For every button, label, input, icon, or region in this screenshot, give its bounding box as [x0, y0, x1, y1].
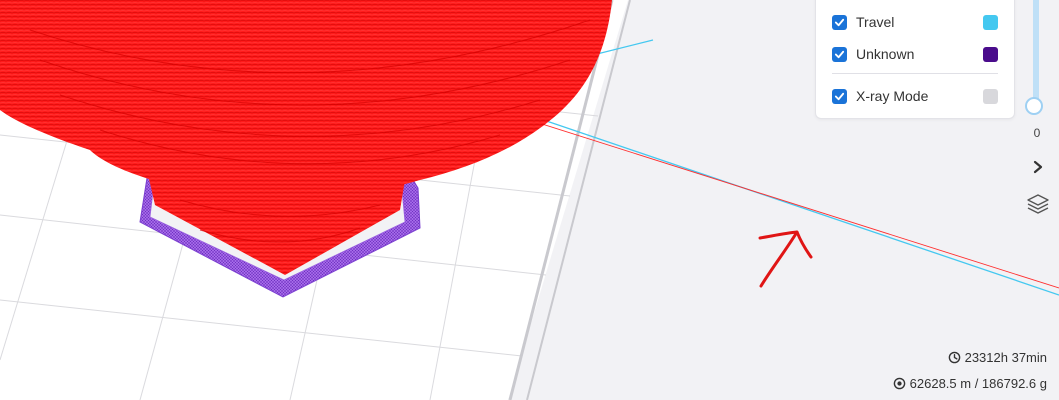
travel-line-red — [519, 116, 1059, 289]
color-swatch-xray — [983, 88, 998, 104]
legend-label-travel: Travel — [856, 14, 895, 30]
travel-checkbox[interactable] — [832, 14, 847, 30]
travel-line — [519, 111, 1059, 296]
legend-label-unknown: Unknown — [856, 46, 915, 62]
layers-icon — [1027, 194, 1049, 214]
filament-stat: 62628.5 m / 186792.6 g — [893, 376, 1047, 391]
legend-item-travel[interactable]: Travel — [832, 11, 998, 33]
expand-button[interactable] — [1026, 155, 1050, 179]
annotation-arrow — [758, 230, 813, 288]
legend-divider — [832, 73, 998, 74]
print-time-stat: 23312h 37min — [948, 350, 1047, 365]
checkmark-icon — [834, 50, 845, 58]
legend-panel: Travel Unknown X-ray Mode — [815, 0, 1015, 119]
checkmark-icon — [834, 92, 845, 100]
clock-icon — [948, 351, 960, 364]
print-time-value: 23312h 37min — [964, 350, 1047, 365]
color-swatch-travel — [983, 14, 998, 30]
legend-item-xray[interactable]: X-ray Mode — [832, 85, 998, 107]
unknown-checkbox[interactable] — [832, 46, 847, 62]
color-swatch-unknown — [983, 46, 998, 62]
layer-slider-value: 0 — [1033, 126, 1041, 140]
xray-checkbox[interactable] — [832, 88, 847, 104]
chevron-right-icon — [1033, 160, 1043, 174]
filament-spool-icon — [893, 377, 905, 390]
layers-button[interactable] — [1026, 192, 1050, 216]
legend-item-unknown[interactable]: Unknown — [832, 43, 998, 65]
legend-label-xray: X-ray Mode — [856, 88, 929, 104]
filament-value: 62628.5 m / 186792.6 g — [909, 376, 1047, 391]
checkmark-icon — [834, 18, 845, 26]
layer-slider-handle[interactable] — [1025, 97, 1043, 115]
layer-slider-track[interactable] — [1033, 0, 1039, 105]
